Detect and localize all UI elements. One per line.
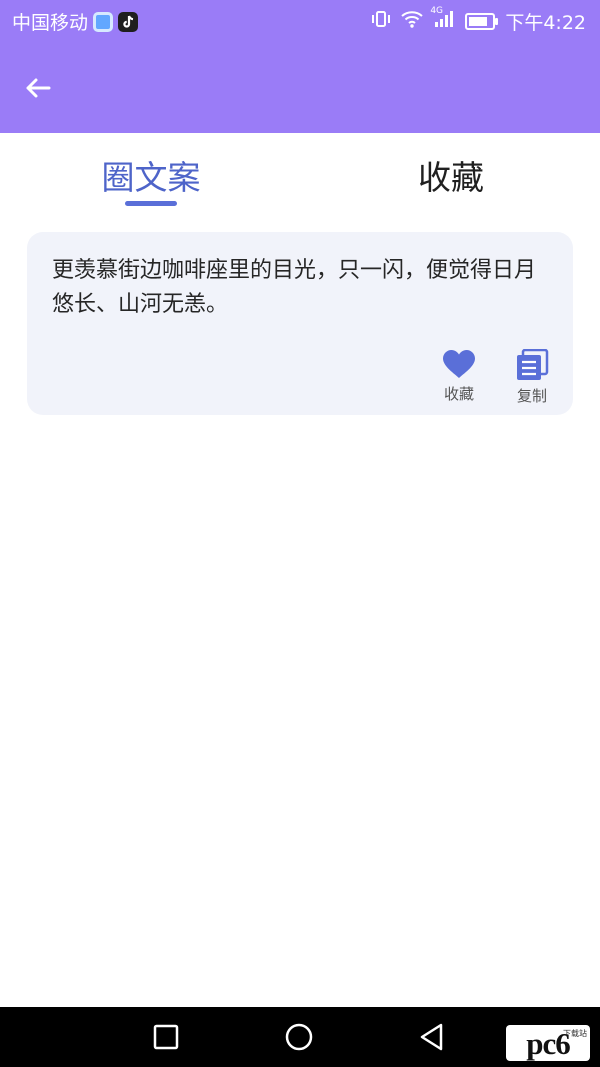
tiktok-app-icon (118, 11, 139, 32)
carrier-label: 中国移动 (12, 12, 89, 34)
system-navigation-bar: pc6 下载站 (0, 1007, 600, 1067)
status-bar: 中国移动 4G 下午4:22 (0, 0, 600, 42)
quote-text: 更羡慕街边咖啡座里的目光，只一闪，便觉得日月悠长、山河无恙。 (52, 258, 537, 317)
favorite-label: 收藏 (443, 385, 474, 403)
back-icon[interactable] (414, 1019, 450, 1055)
tab-bar: 圈文案 收藏 (0, 133, 600, 213)
heart-icon (443, 350, 475, 378)
vibrate-icon (371, 9, 391, 34)
copy-label: 复制 (516, 387, 547, 405)
tab-quote[interactable]: 圈文案 (100, 156, 202, 200)
home-icon[interactable] (281, 1019, 317, 1055)
signal-icon: 4G (430, 6, 455, 33)
watermark-subtitle: 下载站 (563, 1029, 587, 1038)
wifi-icon (401, 10, 424, 33)
copy-button[interactable]: 复制 (504, 349, 560, 406)
tab-favorites[interactable]: 收藏 (401, 156, 501, 200)
favorite-button[interactable]: 收藏 (431, 349, 487, 404)
quote-card: 更羡慕街边咖啡座里的目光，只一闪，便觉得日月悠长、山河无恙。 收藏 复制 (27, 232, 573, 415)
network-type: 4G (430, 6, 444, 16)
header: 中国移动 4G 下午4:22 (0, 0, 600, 133)
browser-app-icon (93, 11, 114, 32)
copy-icon (517, 349, 549, 380)
back-button[interactable] (20, 70, 56, 106)
active-tab-indicator (125, 201, 177, 206)
battery-icon (465, 13, 499, 30)
arrow-left-icon (26, 78, 51, 98)
pc6-watermark: pc6 下载站 (506, 1025, 590, 1061)
clock: 下午4:22 (505, 12, 586, 34)
recent-apps-icon[interactable] (148, 1019, 184, 1055)
